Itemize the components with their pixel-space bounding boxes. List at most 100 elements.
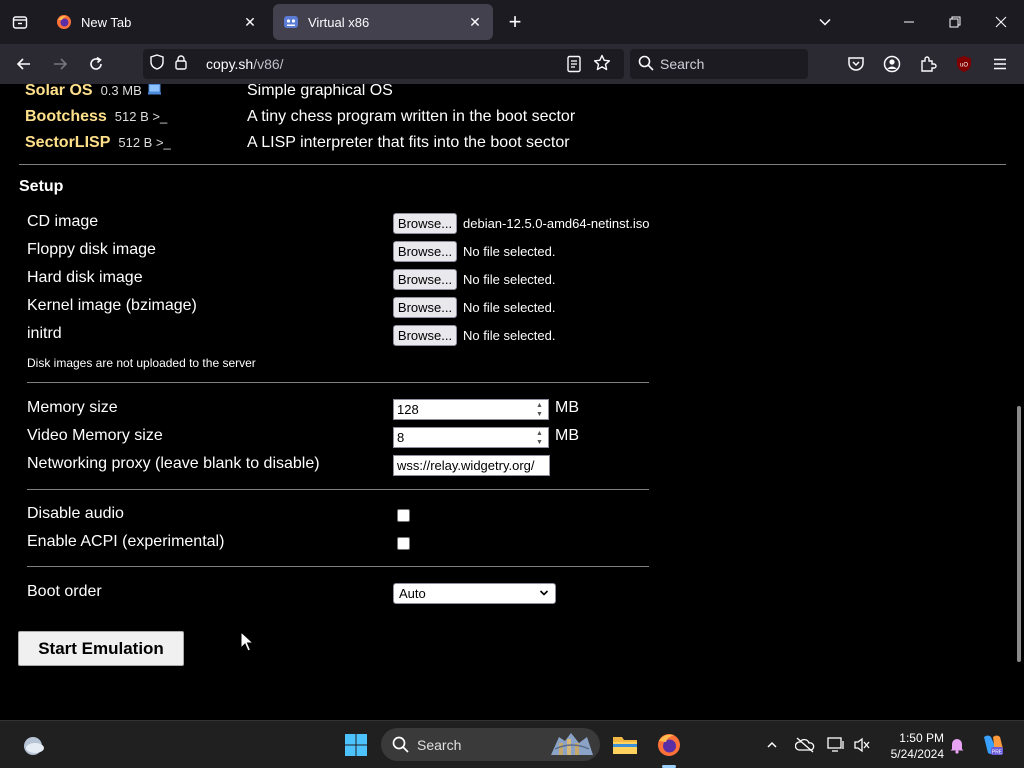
floppy-image-status: No file selected. xyxy=(463,244,556,259)
boot-order-select[interactable]: Auto xyxy=(393,583,556,604)
forward-arrow-icon[interactable] xyxy=(46,50,74,78)
hard-disk-image-browse-button[interactable]: Browse... xyxy=(393,269,457,290)
v86-icon xyxy=(283,14,299,30)
gui-icon xyxy=(147,84,161,100)
kernel-image-status: No file selected. xyxy=(463,300,556,315)
enable-acpi-label: Enable ACPI (experimental) xyxy=(27,533,225,550)
show-hidden-icons-chevron-up-icon[interactable] xyxy=(762,735,782,755)
mouse-pointer-icon xyxy=(240,630,255,658)
os-name[interactable]: SectorLISP xyxy=(25,134,110,152)
close-tab-icon[interactable]: ✕ xyxy=(467,14,483,30)
divider xyxy=(27,566,649,567)
lock-icon[interactable] xyxy=(173,54,189,75)
memory-size-input[interactable]: 128 ▲ ▼ xyxy=(393,399,549,420)
tracking-protection-shield-icon[interactable] xyxy=(149,53,165,75)
firefox-taskbar-icon[interactable] xyxy=(653,729,685,761)
os-name[interactable]: Solar OS xyxy=(25,84,93,100)
floppy-image-browse-button[interactable]: Browse... xyxy=(393,241,457,262)
clock-time: 1:50 PM xyxy=(899,731,944,745)
extensions-puzzle-icon[interactable] xyxy=(918,54,938,74)
search-highlight-illustration-icon xyxy=(549,731,595,764)
tab-new-tab[interactable]: New Tab ✕ xyxy=(46,4,268,40)
boot-order-label: Boot order xyxy=(27,583,102,600)
ublock-origin-icon[interactable]: uO xyxy=(954,54,974,74)
hard-disk-image-status: No file selected. xyxy=(463,272,556,287)
url-path: /v86/ xyxy=(253,56,284,72)
video-memory-label: Video Memory size xyxy=(27,427,163,444)
list-all-tabs-icon[interactable] xyxy=(6,8,34,36)
search-bar[interactable]: Search xyxy=(630,49,808,79)
cd-image-browse-button[interactable]: Browse... xyxy=(393,213,457,234)
video-memory-value: 8 xyxy=(397,430,405,445)
url-text[interactable]: copy.sh/v86/ xyxy=(206,56,284,72)
search-icon xyxy=(392,736,409,758)
chevron-down-icon[interactable] xyxy=(813,10,837,34)
account-icon[interactable] xyxy=(882,54,902,74)
onedrive-offline-icon[interactable] xyxy=(795,735,815,755)
video-memory-input[interactable]: 8 ▲ ▼ xyxy=(393,427,549,448)
os-list-item[interactable]: Bootchess 512 B >_ xyxy=(25,108,167,130)
kernel-image-browse-button[interactable]: Browse... xyxy=(393,297,457,318)
tab-title: New Tab xyxy=(81,14,132,30)
restore-icon[interactable] xyxy=(932,0,978,44)
networking-proxy-input[interactable]: wss://relay.widgetry.org/ xyxy=(393,455,550,476)
kernel-image-label: Kernel image (bzimage) xyxy=(27,297,197,314)
cd-image-status: debian-12.5.0-amd64-netinst.iso xyxy=(463,216,650,231)
initrd-label: initrd xyxy=(27,325,62,342)
hard-disk-image-label: Hard disk image xyxy=(27,269,143,286)
os-description: Simple graphical OS xyxy=(247,84,393,99)
firefox-icon xyxy=(56,14,72,30)
search-placeholder: Search xyxy=(660,56,705,72)
close-window-icon[interactable] xyxy=(978,0,1024,44)
spinner-arrows-icon[interactable]: ▲ ▼ xyxy=(534,402,545,418)
spinner-arrows-icon[interactable]: ▲ ▼ xyxy=(534,430,545,446)
windows-start-icon[interactable] xyxy=(340,729,372,761)
url-host: copy.sh xyxy=(206,56,254,72)
enable-acpi-checkbox[interactable] xyxy=(397,537,410,550)
url-bar[interactable]: copy.sh/v86/ xyxy=(143,49,624,79)
back-arrow-icon[interactable] xyxy=(10,50,38,78)
taskbar-search-label: Search xyxy=(417,737,462,753)
cd-image-label: CD image xyxy=(27,213,99,230)
os-list-item[interactable]: SectorLISP 512 B >_ xyxy=(25,134,171,156)
reload-icon[interactable] xyxy=(82,50,110,78)
close-tab-icon[interactable]: ✕ xyxy=(242,14,258,30)
new-tab-button[interactable]: + xyxy=(502,8,528,36)
tab-virtual-x86[interactable]: Virtual x86 ✕ xyxy=(273,4,493,40)
pocket-icon[interactable] xyxy=(846,54,866,74)
start-emulation-button[interactable]: Start Emulation xyxy=(18,631,184,666)
page-scrollbar[interactable] xyxy=(1017,406,1021,662)
copilot-icon[interactable]: PRE xyxy=(976,729,1008,761)
display-icon[interactable] xyxy=(826,735,846,755)
video-memory-unit: MB xyxy=(555,427,579,444)
os-size: 512 B >_ xyxy=(118,135,171,150)
tab-title: Virtual x86 xyxy=(308,14,370,30)
bookmark-star-icon[interactable] xyxy=(593,54,611,77)
setup-heading: Setup xyxy=(19,178,64,195)
weather-widget-icon[interactable] xyxy=(17,729,49,761)
search-icon xyxy=(638,55,654,76)
floppy-image-label: Floppy disk image xyxy=(27,241,156,258)
taskbar-search-box[interactable]: Search xyxy=(381,728,600,761)
reader-view-icon[interactable] xyxy=(566,55,582,78)
menu-hamburger-icon[interactable] xyxy=(990,54,1010,74)
minimize-icon[interactable] xyxy=(886,0,932,44)
disable-audio-checkbox[interactable] xyxy=(397,509,410,522)
memory-size-label: Memory size xyxy=(27,399,118,416)
networking-proxy-label: Networking proxy (leave blank to disable… xyxy=(27,455,320,472)
os-size: 0.3 MB xyxy=(100,84,142,98)
volume-muted-icon[interactable] xyxy=(852,735,872,755)
navigation-toolbar: copy.sh/v86/ Search uO xyxy=(0,44,1024,84)
file-explorer-icon[interactable] xyxy=(609,729,641,761)
os-list-item[interactable]: Solar OS 0.3 MB xyxy=(25,84,161,104)
chevron-down-icon xyxy=(538,587,550,602)
os-name[interactable]: Bootchess xyxy=(25,108,107,126)
memory-size-value: 128 xyxy=(397,402,419,417)
initrd-browse-button[interactable]: Browse... xyxy=(393,325,457,346)
system-clock[interactable]: 1:50 PM 5/24/2024 xyxy=(878,730,944,762)
taskbar: Search 1:50 PM 5/24/2024 PRE xyxy=(0,720,1024,768)
notification-bell-icon[interactable] xyxy=(947,735,967,755)
os-description: A tiny chess program written in the boot… xyxy=(247,108,576,125)
tab-bar: New Tab ✕ Virtual x86 ✕ + xyxy=(0,0,1024,44)
svg-text:PRE: PRE xyxy=(992,750,1003,756)
